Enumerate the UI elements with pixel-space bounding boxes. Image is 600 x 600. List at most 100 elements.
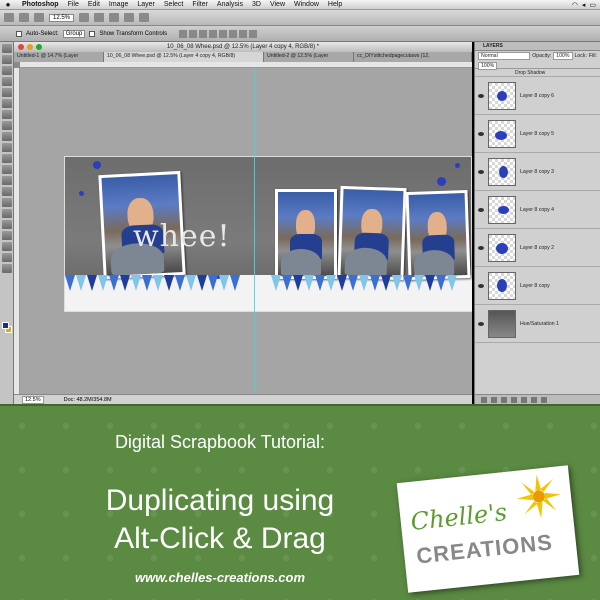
layer-row[interactable]: Layer 8 copy 4 [475, 191, 600, 229]
hand-tool-icon[interactable] [2, 253, 12, 262]
layer-row[interactable]: Layer 8 copy 3 [475, 153, 600, 191]
layer-name[interactable]: Layer 8 copy 3 [520, 169, 554, 175]
menu-help[interactable]: Help [328, 1, 342, 8]
screen-mode-icon[interactable] [139, 13, 150, 22]
3d-rotate-tool-icon[interactable] [2, 242, 12, 251]
align-left-icon[interactable] [209, 29, 218, 38]
scrapbook-layout[interactable]: whee! [64, 156, 472, 312]
visibility-eye-icon[interactable] [478, 321, 484, 326]
layer-name[interactable]: Hue/Saturation 1 [520, 321, 559, 327]
layer-row[interactable]: Layer 8 copy [475, 267, 600, 305]
menu-layer[interactable]: Layer [137, 1, 155, 8]
pen-tool-icon[interactable] [2, 198, 12, 207]
new-group-icon[interactable] [521, 396, 527, 403]
tab-stitched-page[interactable]: cc_DIYstitchedpagecutaws (12, [354, 52, 472, 62]
menu-view[interactable]: View [270, 1, 285, 8]
menu-window[interactable]: Window [294, 1, 319, 8]
opacity-field[interactable]: 100% [553, 52, 573, 60]
align-top-icon[interactable] [179, 29, 188, 38]
layer-row[interactable]: Layer 8 copy 6 [475, 77, 600, 115]
layer-effect-drop-shadow[interactable]: Drop Shadow [475, 69, 600, 77]
battery-icon[interactable]: ▭ [589, 1, 596, 9]
view-extras-icon[interactable] [34, 13, 44, 22]
whee-title-text[interactable]: whee! [133, 219, 231, 254]
shape-tool-icon[interactable] [2, 231, 12, 240]
photo-middle-1[interactable] [275, 189, 337, 279]
visibility-eye-icon[interactable] [478, 283, 484, 288]
zoom-level-field[interactable]: 12.5% [49, 13, 75, 22]
volume-icon[interactable]: ◂ [582, 1, 586, 9]
eraser-tool-icon[interactable] [2, 154, 12, 163]
add-mask-icon[interactable] [501, 396, 507, 403]
delete-layer-icon[interactable] [541, 396, 547, 403]
bridge-icon[interactable] [19, 13, 29, 22]
canvas[interactable]: whee! [20, 68, 472, 394]
auto-select-dropdown[interactable]: Group [62, 29, 86, 38]
gradient-tool-icon[interactable] [2, 165, 12, 174]
menu-image[interactable]: Image [109, 1, 128, 8]
pennant-banner-left[interactable] [65, 275, 241, 291]
align-right-icon[interactable] [229, 29, 238, 38]
auto-select-checkbox[interactable] [16, 30, 22, 37]
fill-field[interactable]: 100% [478, 62, 498, 70]
adjustment-layer-icon[interactable] [511, 396, 517, 403]
visibility-eye-icon[interactable] [478, 131, 484, 136]
foreground-color-swatch[interactable] [2, 322, 9, 329]
minimize-window-icon[interactable] [27, 44, 33, 50]
blend-mode-dropdown[interactable]: Normal [478, 52, 531, 60]
layer-name[interactable]: Layer 8 copy 5 [520, 131, 554, 137]
align-center-icon[interactable] [219, 29, 228, 38]
brush-tool-icon[interactable] [2, 121, 12, 130]
zoom-window-icon[interactable] [36, 44, 42, 50]
menu-file[interactable]: File [68, 1, 79, 8]
vertical-guide[interactable] [254, 68, 255, 394]
quick-select-tool-icon[interactable] [2, 77, 12, 86]
dodge-tool-icon[interactable] [2, 187, 12, 196]
visibility-eye-icon[interactable] [478, 93, 484, 98]
visibility-eye-icon[interactable] [478, 207, 484, 212]
menu-photoshop[interactable]: Photoshop [22, 1, 59, 8]
tab-untitled-2[interactable]: Untitled-2 @ 12.5% (Layer [264, 52, 354, 62]
layer-name[interactable]: Layer 8 copy 4 [520, 207, 554, 213]
new-layer-icon[interactable] [531, 396, 537, 403]
clone-stamp-tool-icon[interactable] [2, 132, 12, 141]
apple-menu-icon[interactable]: ● [3, 0, 13, 9]
wifi-icon[interactable]: ◠ [572, 1, 578, 9]
link-layers-icon[interactable] [481, 396, 487, 403]
path-select-tool-icon[interactable] [2, 220, 12, 229]
align-bottom-icon[interactable] [199, 29, 208, 38]
eyedropper-tool-icon[interactable] [2, 99, 12, 108]
healing-tool-icon[interactable] [2, 110, 12, 119]
status-zoom-field[interactable]: 12.5% [22, 395, 44, 404]
history-brush-tool-icon[interactable] [2, 143, 12, 152]
zoom-tool-icon[interactable] [94, 13, 105, 22]
type-tool-icon[interactable] [2, 209, 12, 218]
layer-row[interactable]: Layer 8 copy 2 [475, 229, 600, 267]
visibility-eye-icon[interactable] [478, 169, 484, 174]
photo-right[interactable] [405, 189, 471, 281]
align-middle-icon[interactable] [189, 29, 198, 38]
menu-select[interactable]: Select [164, 1, 183, 8]
visibility-eye-icon[interactable] [478, 245, 484, 250]
layer-name[interactable]: Layer 8 copy 6 [520, 93, 554, 99]
arrange-documents-icon[interactable] [124, 13, 135, 22]
tab-untitled-1[interactable]: Untitled-1 @ 14.7% (Layer [14, 52, 104, 62]
zoom-tool-icon[interactable] [2, 264, 12, 273]
blur-tool-icon[interactable] [2, 176, 12, 185]
promo-website-url[interactable]: www.chelles-creations.com [70, 570, 370, 585]
show-transform-checkbox[interactable] [89, 30, 96, 37]
rotate-view-icon[interactable] [109, 13, 120, 22]
crop-tool-icon[interactable] [2, 88, 12, 97]
layers-panel-tab[interactable]: LAYERS [475, 42, 600, 51]
distribute-icon[interactable] [239, 29, 248, 38]
menu-3d[interactable]: 3D [252, 1, 261, 8]
layer-row[interactable]: Layer 8 copy 5 [475, 115, 600, 153]
marquee-tool-icon[interactable] [2, 55, 12, 64]
tab-whee[interactable]: 10_06_08 Whee.psd @ 12.5% (Layer 4 copy … [104, 52, 264, 62]
menu-filter[interactable]: Filter [192, 1, 208, 8]
close-window-icon[interactable] [18, 44, 24, 50]
pennant-banner-right[interactable] [271, 275, 458, 291]
add-style-icon[interactable] [491, 396, 497, 403]
layer-row[interactable]: Hue/Saturation 1 [475, 305, 600, 343]
hand-tool-icon[interactable] [79, 13, 90, 22]
